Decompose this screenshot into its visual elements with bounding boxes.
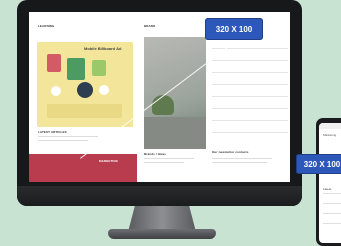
hero-illustration-card[interactable]: Mobile Billboard Ad <box>37 42 133 127</box>
column-header: LEARNING <box>38 24 55 28</box>
latest-articles-label: LATEST ARTICLES <box>38 130 67 134</box>
card-label: MARKETING <box>99 159 119 163</box>
illustration-shape <box>47 104 122 118</box>
phone-section: Latest <box>323 187 332 191</box>
list-divider <box>212 120 288 121</box>
avatar <box>77 82 93 98</box>
list-divider <box>212 72 288 73</box>
dark-article-card[interactable]: MARKETING <box>29 154 137 182</box>
illustration-shape <box>99 85 109 95</box>
list-divider <box>212 84 288 85</box>
monitor-stand-base <box>108 229 216 239</box>
text-line <box>144 162 184 163</box>
text-line <box>212 158 272 159</box>
monitor-chin <box>17 186 302 206</box>
illustration-shape <box>67 58 85 80</box>
list-divider <box>323 223 341 224</box>
list-divider <box>323 213 341 214</box>
phone-header: Marketing <box>323 133 337 137</box>
desk-illustration <box>144 117 206 149</box>
content-column-middle: BRAND Brands / Ideas <box>140 12 206 182</box>
illustration-shape <box>92 60 106 76</box>
list-divider <box>323 203 341 204</box>
list-divider <box>212 132 288 133</box>
column-header: BRAND <box>144 24 156 28</box>
plant-illustration <box>152 95 174 115</box>
illustration-shape <box>47 54 61 72</box>
article-photo[interactable] <box>144 37 206 149</box>
ad-size-badge-desktop: 320 X 100 <box>205 18 263 40</box>
list-divider <box>323 193 341 194</box>
text-line <box>38 136 98 137</box>
text-line <box>144 158 194 159</box>
phone-top-bar <box>319 123 341 129</box>
scene: LEARNING Mobile Billboard Ad LATEST ARTI… <box>0 0 341 246</box>
list-divider <box>212 108 288 109</box>
list-divider <box>212 96 288 97</box>
newsletter-title: Our newsletter contacts <box>212 150 249 154</box>
text-line <box>38 140 88 141</box>
hero-title: Mobile Billboard Ad <box>84 46 122 51</box>
article-title: Brands / Ideas <box>144 152 166 156</box>
text-line <box>212 162 267 163</box>
ad-size-badge-phone: 320 X 100 <box>296 154 341 174</box>
list-divider <box>212 60 288 61</box>
phone-screen: Marketing Latest <box>319 123 341 243</box>
illustration-shape <box>51 86 61 96</box>
